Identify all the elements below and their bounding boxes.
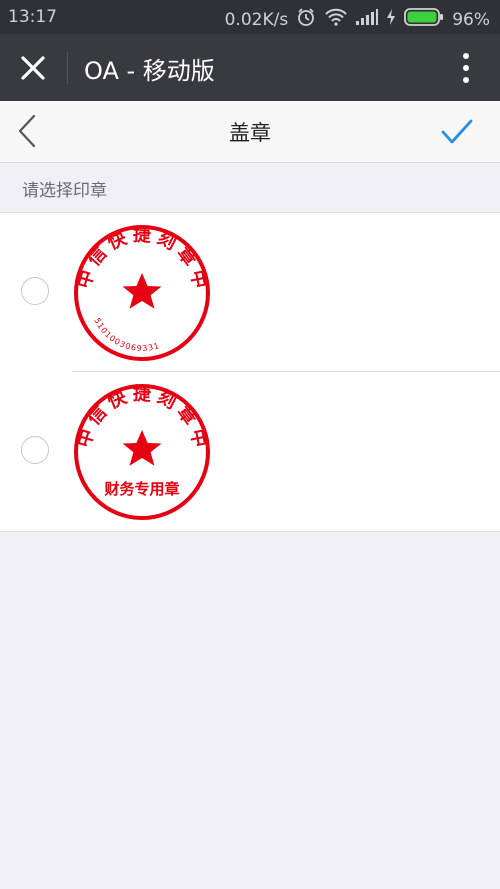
seal-option-1[interactable]: 中信快捷刻章中心 5101003069331 — [0, 213, 500, 371]
more-options-icon[interactable] — [462, 52, 470, 84]
network-speed: 0.02K/s — [224, 9, 289, 30]
page-header: 盖章 — [0, 101, 500, 163]
status-bar: 13:17 0.02K/s 96% — [0, 0, 500, 34]
status-time: 13:17 — [8, 7, 57, 27]
battery-icon — [404, 8, 444, 31]
confirm-check-icon[interactable] — [440, 118, 474, 146]
page-title: 盖章 — [229, 121, 271, 145]
radio-button[interactable] — [21, 436, 49, 464]
seal-star — [122, 430, 162, 466]
seal-image: 中信快捷刻章中心 财务专用章 — [72, 382, 212, 522]
close-icon[interactable] — [18, 53, 48, 83]
seal-list: 中信快捷刻章中心 5101003069331 中信快捷刻章中心 财 — [0, 212, 500, 532]
seal-option-2[interactable]: 中信快捷刻章中心 财务专用章 — [0, 372, 500, 530]
app-title: OA - 移动版 — [84, 57, 215, 85]
app-bar-divider — [67, 52, 68, 84]
alarm-icon — [296, 7, 316, 32]
seal-bottom-text: 财务专用章 — [104, 480, 179, 498]
charging-icon — [386, 9, 396, 30]
signal-icon — [356, 9, 379, 30]
seal-star — [122, 273, 162, 309]
battery-percent: 96% — [452, 9, 490, 30]
app-bar: OA - 移动版 — [0, 34, 500, 101]
wifi-icon — [324, 8, 348, 31]
section-label: 请选择印章 — [22, 181, 107, 201]
seal-image: 中信快捷刻章中心 5101003069331 — [72, 223, 212, 363]
radio-button[interactable] — [21, 277, 49, 305]
status-right: 0.02K/s 96% — [225, 7, 490, 32]
